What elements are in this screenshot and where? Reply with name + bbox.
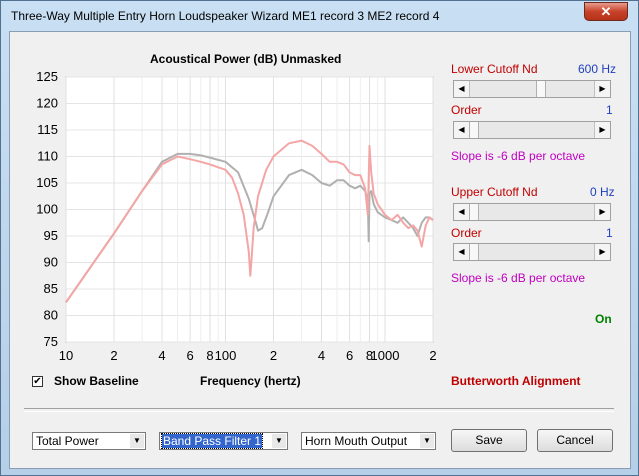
- scroll-left-icon[interactable]: ◀: [454, 122, 470, 138]
- order-2-slider[interactable]: ◀ ▶: [453, 243, 611, 261]
- slider-thumb[interactable]: [469, 244, 479, 260]
- x-tick-label: 8: [206, 348, 213, 363]
- on-status: On: [595, 312, 612, 326]
- x-tick-label: 100: [215, 348, 237, 363]
- x-tick-label: 4: [318, 348, 325, 363]
- x-tick-label: 6: [186, 348, 193, 363]
- x-tick-label: 6: [346, 348, 353, 363]
- y-tick-label: 85: [44, 281, 58, 296]
- power-select-value: Total Power: [36, 434, 99, 448]
- x-tick-label: 2: [270, 348, 277, 363]
- show-baseline-label: Show Baseline: [54, 374, 139, 388]
- alignment-text: Butterworth Alignment: [451, 374, 581, 388]
- slider-thumb[interactable]: [536, 81, 547, 97]
- upper-cutoff-slider[interactable]: ◀ ▶: [453, 203, 611, 221]
- power-select[interactable]: Total Power ▼: [32, 432, 146, 450]
- show-baseline-checkbox[interactable]: ✔: [32, 376, 43, 387]
- y-tick-label: 95: [44, 228, 58, 243]
- slope-2-text: Slope is -6 dB per octave: [451, 271, 586, 285]
- scroll-left-icon[interactable]: ◀: [454, 81, 470, 97]
- x-tick-label: 2: [429, 348, 436, 363]
- client-area: Acoustical Power (dB) Unmasked 125 120 115…: [9, 31, 631, 469]
- scroll-right-icon[interactable]: ▶: [594, 122, 610, 138]
- chevron-down-icon[interactable]: ▼: [420, 434, 434, 448]
- cancel-button[interactable]: Cancel: [537, 429, 613, 452]
- order-1-label: Order: [451, 103, 482, 117]
- lower-cutoff-slider[interactable]: ◀ ▶: [453, 80, 611, 98]
- x-tick-label: 2: [110, 348, 117, 363]
- y-tick-label: 80: [44, 308, 58, 323]
- filter-select-value: Band Pass Filter 1: [160, 433, 264, 449]
- close-button[interactable]: ✕: [584, 2, 628, 21]
- chevron-down-icon[interactable]: ▼: [272, 434, 286, 448]
- window-title: Three-Way Multiple Entry Horn Loudspeake…: [11, 9, 440, 23]
- x-tick-label: 1000: [371, 348, 400, 363]
- filter-select[interactable]: Band Pass Filter 1 ▼: [159, 432, 288, 450]
- y-tick-label: 75: [44, 334, 58, 349]
- y-tick-label: 110: [37, 149, 58, 164]
- lower-cutoff-value: 600 Hz: [578, 62, 617, 76]
- y-tick-label: 115: [37, 122, 58, 137]
- output-select[interactable]: Horn Mouth Output ▼: [301, 432, 436, 450]
- order-1-value: 1: [606, 103, 613, 117]
- output-select-value: Horn Mouth Output: [305, 434, 408, 448]
- chevron-down-icon[interactable]: ▼: [130, 434, 144, 448]
- x-tick-label: 10: [59, 348, 73, 363]
- save-button[interactable]: Save: [451, 429, 527, 452]
- order-2-value: 1: [606, 226, 613, 240]
- y-tick-label: 100: [36, 202, 58, 217]
- scroll-right-icon[interactable]: ▶: [594, 204, 610, 220]
- divider: [24, 408, 614, 412]
- upper-cutoff-value: 0 Hz: [590, 185, 615, 199]
- x-axis-label: Frequency (hertz): [200, 374, 301, 388]
- wizard-window: Three-Way Multiple Entry Horn Loudspeake…: [0, 0, 639, 476]
- slider-thumb[interactable]: [469, 204, 479, 220]
- slope-1-text: Slope is -6 dB per octave: [451, 149, 586, 163]
- scroll-left-icon[interactable]: ◀: [454, 204, 470, 220]
- order-1-slider[interactable]: ◀ ▶: [453, 121, 611, 139]
- order-2-label: Order: [451, 226, 482, 240]
- title-bar[interactable]: Three-Way Multiple Entry Horn Loudspeake…: [1, 1, 638, 31]
- slider-thumb[interactable]: [469, 122, 479, 138]
- y-tick-label: 90: [44, 255, 58, 270]
- y-tick-label: 125: [36, 69, 58, 84]
- scroll-left-icon[interactable]: ◀: [454, 244, 470, 260]
- scroll-right-icon[interactable]: ▶: [594, 244, 610, 260]
- x-tick-label: 4: [158, 348, 165, 363]
- upper-cutoff-label: Upper Cutoff Nd: [451, 185, 538, 199]
- y-tick-label: 120: [36, 96, 58, 111]
- y-tick-label: 105: [36, 175, 58, 190]
- scroll-right-icon[interactable]: ▶: [594, 81, 610, 97]
- lower-cutoff-label: Lower Cutoff Nd: [451, 62, 538, 76]
- acoustical-power-chart: 125120115110105100959085807510 2 4 6 8 100 2 4 6…: [36, 69, 436, 363]
